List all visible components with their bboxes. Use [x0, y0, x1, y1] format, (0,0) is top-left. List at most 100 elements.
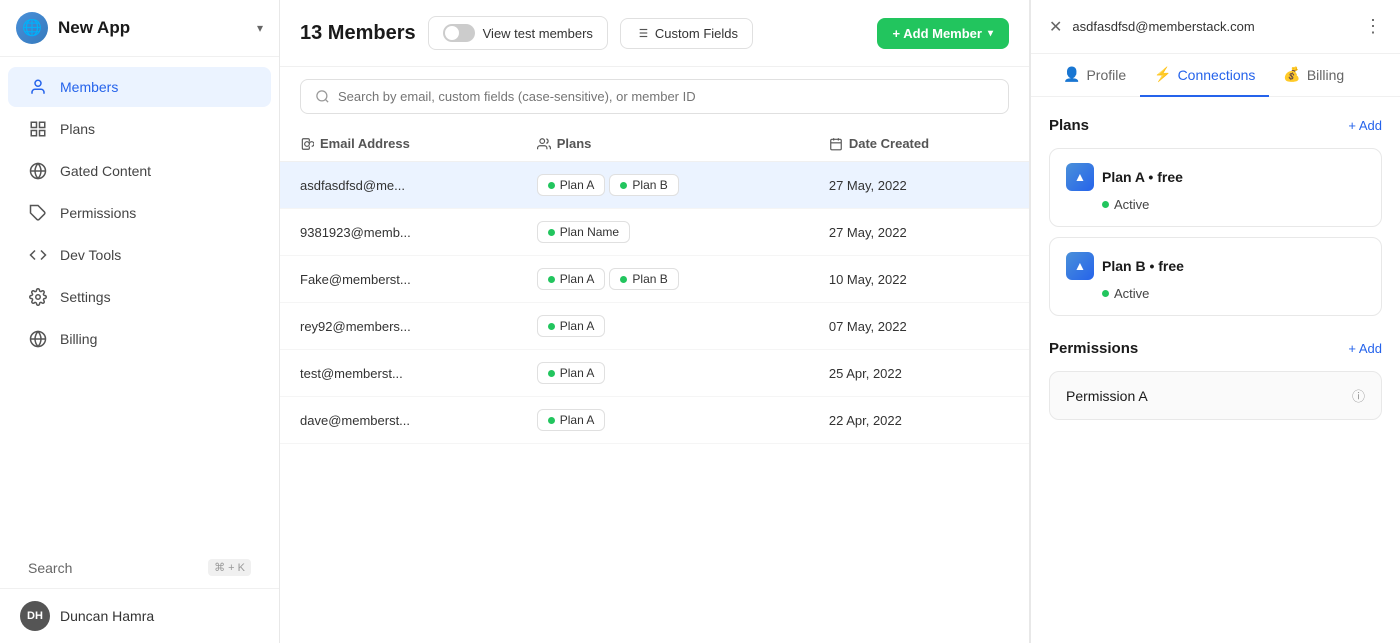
plans-col-icon: [537, 137, 551, 151]
plan-card-a: ▲ Plan A • free Active: [1049, 148, 1382, 227]
plan-card-name: Plan B • free: [1102, 258, 1184, 274]
plan-status: Active: [1102, 286, 1365, 301]
toggle-thumb: [445, 26, 459, 40]
cell-plans: Plan A: [517, 350, 809, 397]
add-member-button[interactable]: + Add Member ▾: [877, 18, 1009, 49]
plan-dot: [548, 182, 555, 189]
plan-card-name: Plan A • free: [1102, 169, 1183, 185]
plan-dot: [548, 370, 555, 377]
chevron-down-icon: ▾: [257, 21, 263, 35]
status-dot: [1102, 201, 1109, 208]
plan-badge: Plan B: [609, 268, 678, 290]
tab-connections[interactable]: ⚡ Connections: [1140, 54, 1269, 97]
table-row[interactable]: asdfasdfsd@me...Plan APlan B27 May, 2022: [280, 162, 1029, 209]
plan-status: Active: [1102, 197, 1365, 212]
close-button[interactable]: ✕: [1049, 17, 1062, 37]
table-row[interactable]: dave@memberst...Plan A22 Apr, 2022: [280, 397, 1029, 444]
member-email: asdfasdfsd@memberstack.com: [1072, 19, 1354, 34]
table-row[interactable]: Fake@memberst...Plan APlan B10 May, 2022: [280, 256, 1029, 303]
sidebar-item-plans[interactable]: Plans: [8, 109, 271, 149]
sidebar-item-label: Settings: [60, 289, 111, 305]
search-label: Search: [28, 560, 72, 576]
cell-date: 27 May, 2022: [809, 162, 1029, 209]
search-icon: [315, 89, 330, 104]
plan-badge: Plan A: [537, 268, 606, 290]
content-area: 13 Members View test members Custom Fiel…: [280, 0, 1400, 643]
app-header[interactable]: 🌐 New App ▾: [0, 0, 279, 57]
plan-logo: ▲: [1066, 252, 1094, 280]
billing-tab-icon: 💰: [1283, 66, 1300, 83]
view-test-members-button[interactable]: View test members: [428, 16, 608, 50]
permissions-section-title: Permissions: [1049, 340, 1138, 357]
cell-plans: Plan APlan B: [517, 162, 809, 209]
plan-card-header: ▲ Plan B • free: [1066, 252, 1365, 280]
plan-dot: [620, 276, 627, 283]
permission-card: Permission A ⓘ: [1049, 371, 1382, 420]
members-table: Email Address Plans: [280, 126, 1029, 444]
plan-badge: Plan B: [609, 174, 678, 196]
table-row[interactable]: test@memberst...Plan A25 Apr, 2022: [280, 350, 1029, 397]
profile-tab-icon: 👤: [1063, 66, 1080, 83]
plan-dot: [548, 229, 555, 236]
cell-plans: Plan Name: [517, 209, 809, 256]
plan-card-b: ▲ Plan B • free Active: [1049, 237, 1382, 316]
sidebar-item-permissions[interactable]: Permissions: [8, 193, 271, 233]
table-row[interactable]: rey92@members...Plan A07 May, 2022: [280, 303, 1029, 350]
sidebar-item-settings[interactable]: Settings: [8, 277, 271, 317]
sidebar-item-label: Dev Tools: [60, 247, 121, 263]
cell-email: test@memberst...: [280, 350, 517, 397]
sidebar-item-members[interactable]: Members: [8, 67, 271, 107]
user-profile[interactable]: DH Duncan Hamra: [0, 588, 279, 643]
plans-icon: [28, 119, 48, 139]
cell-email: Fake@memberst...: [280, 256, 517, 303]
sidebar-item-label: Members: [60, 79, 118, 95]
sidebar-item-billing[interactable]: Billing: [8, 319, 271, 359]
search-input[interactable]: [338, 89, 994, 104]
cell-plans: Plan A: [517, 397, 809, 444]
permissions-section: Permissions + Add Permission A ⓘ: [1049, 340, 1382, 420]
cell-email: asdfasdfsd@me...: [280, 162, 517, 209]
sidebar-item-gated-content[interactable]: Gated Content: [8, 151, 271, 191]
tab-profile[interactable]: 👤 Profile: [1049, 54, 1140, 97]
detail-body: Plans + Add ▲ Plan A • free Active ▲ Pla…: [1031, 97, 1400, 643]
chevron-down-icon: ▾: [988, 28, 993, 39]
calendar-icon: [829, 137, 843, 151]
sidebar-item-dev-tools[interactable]: Dev Tools: [8, 235, 271, 275]
email-icon: [300, 137, 314, 151]
columns-icon: [635, 26, 649, 40]
billing-icon: [28, 329, 48, 349]
search-shortcut: ⌘ + K: [208, 559, 251, 576]
more-options-button[interactable]: ⋮: [1364, 16, 1382, 37]
detail-tabs: 👤 Profile ⚡ Connections 💰 Billing: [1031, 54, 1400, 97]
app-name: New App: [58, 18, 247, 38]
plans-column-header: Plans: [517, 126, 809, 162]
user-name: Duncan Hamra: [60, 608, 154, 624]
add-plan-button[interactable]: + Add: [1348, 118, 1382, 133]
sidebar: 🌐 New App ▾ Members Plans Gated Content: [0, 0, 280, 643]
sidebar-item-label: Permissions: [60, 205, 136, 221]
code-icon: [28, 245, 48, 265]
add-permission-button[interactable]: + Add: [1348, 341, 1382, 356]
toggle-switch: [443, 24, 475, 42]
avatar: DH: [20, 601, 50, 631]
tag-icon: [28, 203, 48, 223]
plan-badge: Plan A: [537, 315, 606, 337]
search-bar[interactable]: Search ⌘ + K: [8, 549, 271, 586]
connections-tab-icon: ⚡: [1154, 66, 1171, 83]
cell-plans: Plan APlan B: [517, 256, 809, 303]
members-icon: [28, 77, 48, 97]
info-icon[interactable]: ⓘ: [1352, 386, 1365, 405]
cell-email: dave@memberst...: [280, 397, 517, 444]
app-logo: 🌐: [16, 12, 48, 44]
cell-date: 10 May, 2022: [809, 256, 1029, 303]
custom-fields-button[interactable]: Custom Fields: [620, 18, 753, 49]
email-column-header: Email Address: [280, 126, 517, 162]
members-header: 13 Members View test members Custom Fiel…: [280, 0, 1029, 67]
plans-section-title: Plans: [1049, 117, 1089, 134]
search-bar-input-wrapper: [300, 79, 1009, 114]
tab-billing[interactable]: 💰 Billing: [1269, 54, 1358, 97]
table-row[interactable]: 9381923@memb...Plan Name27 May, 2022: [280, 209, 1029, 256]
plans-section-header: Plans + Add: [1049, 117, 1382, 134]
date-column-header: Date Created: [809, 126, 1029, 162]
plan-logo: ▲: [1066, 163, 1094, 191]
